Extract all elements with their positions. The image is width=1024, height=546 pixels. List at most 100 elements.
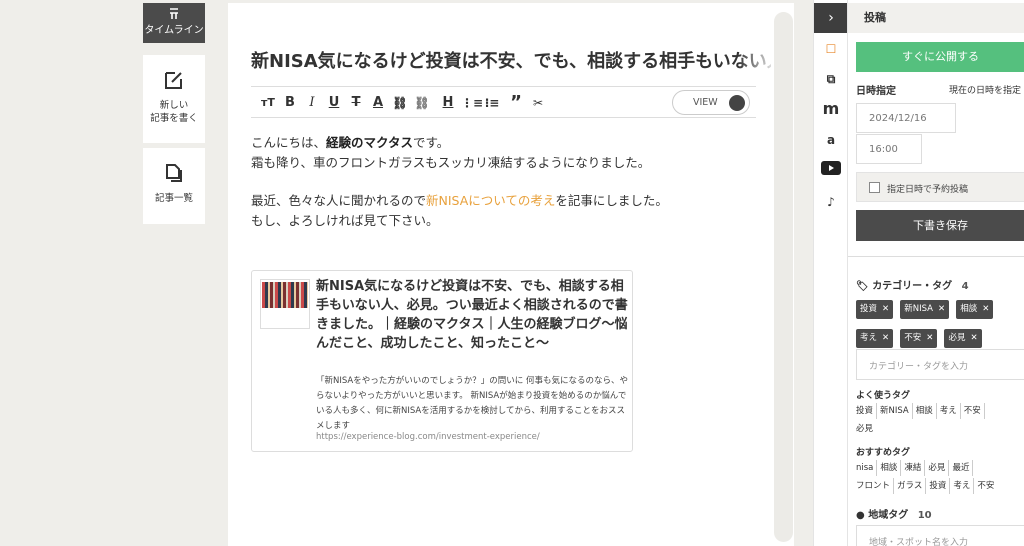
- italic-icon[interactable]: I: [303, 94, 321, 112]
- suggested-tag[interactable]: 不安: [961, 403, 985, 419]
- location-pin-icon: ●: [856, 510, 865, 521]
- format-toolbar: ᴛT B I U T A ⛓ ⛓ H ⋮≡ ⁝≡ ” ✂ VIEW: [251, 86, 756, 118]
- recommended-tags-list: nisa 相談 凍結 必見 最近フロント ガラス 投資 考え 不安: [856, 460, 1021, 496]
- suggested-tag[interactable]: 相談: [877, 460, 902, 476]
- tool-icon-strip: › ☐ ⧉ m a ♪: [813, 0, 848, 546]
- nav-new-post-label-2: 記事を書く: [150, 113, 198, 124]
- time-field[interactable]: 16:00: [856, 134, 922, 164]
- publish-now-button[interactable]: すぐに公開する: [856, 42, 1024, 72]
- collapse-panel-button[interactable]: ›: [814, 3, 848, 33]
- link-card[interactable]: 新NISA気になるけど投資は不安、でも、相談する相手もいない人、必見。つい最近よ…: [251, 270, 633, 452]
- link-icon[interactable]: ⛓: [391, 94, 409, 112]
- tag-chip-label: 新NISA: [904, 304, 933, 314]
- text-color-icon[interactable]: A: [369, 94, 387, 112]
- body-line-4: もし、よろしければ見て下さい。: [251, 213, 439, 228]
- bold-icon[interactable]: B: [281, 94, 299, 112]
- scheduled-post-checkbox[interactable]: [869, 182, 880, 193]
- unlink-icon[interactable]: ⛓: [413, 94, 431, 112]
- tag-chip[interactable]: 不安 ✕: [900, 329, 938, 348]
- frequent-tags-list: 投資 新NISA 相談 考え 不安必見: [856, 403, 1021, 439]
- strikethrough-icon[interactable]: T: [347, 94, 365, 112]
- editor-area: 新NISA気になるけど投資は不安、でも、相談する相手もいない人、必見。 ᴛT B…: [228, 3, 794, 546]
- region-input[interactable]: 地域・スポット名を入力: [856, 525, 1024, 546]
- suggested-tag[interactable]: 相談: [913, 403, 937, 419]
- remove-tag-icon[interactable]: ✕: [938, 304, 945, 314]
- link-card-description: 「新NISAをやった方がいいのでしょうか？」の問いに 何事も気になるのなら、やら…: [316, 376, 628, 431]
- new-post-tool-icon[interactable]: ☐: [821, 40, 841, 58]
- divider: [848, 256, 1024, 257]
- use-current-datetime-link[interactable]: 現在の日時を指定: [949, 83, 1021, 96]
- post-settings-panel: 投稿 すぐに公開する 日時指定 現在の日時を指定 2024/12/16 16:0…: [847, 0, 1024, 546]
- frequent-tags-label: よく使うタグ: [856, 391, 911, 401]
- tag-chip[interactable]: 投資 ✕: [856, 300, 894, 319]
- copy-tool-icon[interactable]: ⧉: [821, 70, 841, 88]
- mercari-icon[interactable]: m: [821, 100, 841, 118]
- nav-timeline-button[interactable]: タイムライン: [143, 3, 205, 43]
- heading-icon[interactable]: H: [439, 94, 457, 112]
- music-tool-icon[interactable]: ♪: [821, 193, 841, 211]
- post-title-input[interactable]: 新NISA気になるけど投資は不安、でも、相談する相手もいない人、必見。: [251, 47, 771, 73]
- underline-icon[interactable]: U: [325, 94, 343, 112]
- category-tag-heading: 🏷 カテゴリー・タグ 4: [856, 277, 969, 292]
- body-text-span: 最近、色々な人に聞かれるので: [251, 193, 427, 208]
- date-field[interactable]: 2024/12/16: [856, 103, 956, 133]
- youtube-icon[interactable]: [821, 161, 841, 179]
- tag-chip[interactable]: 必見 ✕: [944, 329, 982, 348]
- bullet-list-icon[interactable]: ⁝≡: [483, 94, 501, 112]
- nav-post-list-button[interactable]: 記事一覧: [143, 148, 205, 224]
- suggested-tag[interactable]: フロント: [856, 478, 895, 494]
- text-size-icon[interactable]: ᴛT: [259, 94, 277, 112]
- remove-tag-icon[interactable]: ✕: [926, 333, 933, 343]
- tag-chip[interactable]: 考え ✕: [856, 329, 894, 348]
- tag-chip-label: 不安: [904, 333, 922, 343]
- nav-post-list-label: 記事一覧: [154, 193, 193, 204]
- panel-title: 投稿: [848, 3, 1024, 33]
- remove-tag-icon[interactable]: ✕: [882, 304, 889, 314]
- body-link[interactable]: 新NISAについての考え: [426, 193, 555, 208]
- remove-tag-icon[interactable]: ✕: [982, 304, 989, 314]
- scheduled-post-label: 指定日時で予約投稿: [887, 185, 969, 195]
- category-tag-count: 4: [961, 281, 969, 292]
- suggested-tag[interactable]: 考え: [937, 403, 961, 419]
- region-tag-label: 地域タグ: [868, 510, 909, 521]
- suggested-tag[interactable]: 投資: [856, 403, 878, 419]
- body-text-span: です。: [413, 135, 450, 150]
- suggested-tag[interactable]: 最近: [949, 460, 974, 476]
- suggested-tag[interactable]: 必見: [856, 421, 876, 437]
- ordered-list-icon[interactable]: ⋮≡: [461, 94, 483, 112]
- suggested-tag[interactable]: ガラス: [894, 478, 927, 494]
- suggested-tag[interactable]: 凍結: [901, 460, 926, 476]
- tag-chip[interactable]: 新NISA ✕: [900, 300, 950, 319]
- editor-scrollbar[interactable]: [774, 12, 793, 542]
- left-nav: タイムライン 新しい 記事を書く 記事一覧: [0, 0, 228, 546]
- quote-icon[interactable]: ”: [507, 94, 525, 112]
- scheduled-post-row[interactable]: 指定日時で予約投稿: [856, 172, 1024, 202]
- suggested-tag[interactable]: 不安: [974, 478, 997, 494]
- tag-chip[interactable]: 相談 ✕: [956, 300, 994, 319]
- body-bold-span: 経験のマクタス: [326, 135, 414, 150]
- suggested-tag[interactable]: 投資: [926, 478, 951, 494]
- remove-tag-icon[interactable]: ✕: [882, 333, 889, 343]
- category-tag-label: カテゴリー・タグ: [872, 281, 953, 292]
- remove-tag-icon[interactable]: ✕: [970, 333, 977, 343]
- save-draft-button[interactable]: 下書き保存: [856, 210, 1024, 241]
- nav-new-post-button[interactable]: 新しい 記事を書く: [143, 55, 205, 143]
- suggested-tag[interactable]: 必見: [925, 460, 950, 476]
- post-body[interactable]: こんにちは、経験のマクタスです。 霜も降り、車のフロントガラスもスッカリ凍結する…: [251, 133, 771, 231]
- edit-icon: [165, 72, 182, 89]
- suggested-tag[interactable]: 新NISA: [877, 403, 913, 419]
- view-toggle[interactable]: VIEW: [672, 90, 750, 115]
- selected-tags: 投資 ✕ 新NISA ✕ 相談 ✕ 考え ✕ 不安 ✕ 必見 ✕: [856, 296, 1024, 354]
- tag-input[interactable]: カテゴリー・タグを入力: [856, 349, 1024, 380]
- body-line-3: 最近、色々な人に聞かれるので新NISAについての考えを記事にしました。: [251, 191, 771, 211]
- suggested-tag[interactable]: 考え: [950, 478, 975, 494]
- link-card-title: 新NISA気になるけど投資は不安、でも、相談する相手もいない人、必見。つい最近よ…: [316, 279, 628, 351]
- amazon-icon[interactable]: a: [821, 131, 841, 149]
- clear-format-icon[interactable]: ✂: [529, 94, 547, 112]
- nav-timeline-label: タイムライン: [144, 25, 204, 36]
- thumbnail-image: [262, 282, 308, 308]
- suggested-tag[interactable]: nisa: [856, 460, 878, 476]
- body-line-2: 霜も降り、車のフロントガラスもスッカリ凍結するようになりました。: [251, 155, 651, 170]
- link-card-url: https://experience-blog.com/investment-e…: [316, 432, 540, 442]
- tag-chip-label: 相談: [960, 304, 978, 314]
